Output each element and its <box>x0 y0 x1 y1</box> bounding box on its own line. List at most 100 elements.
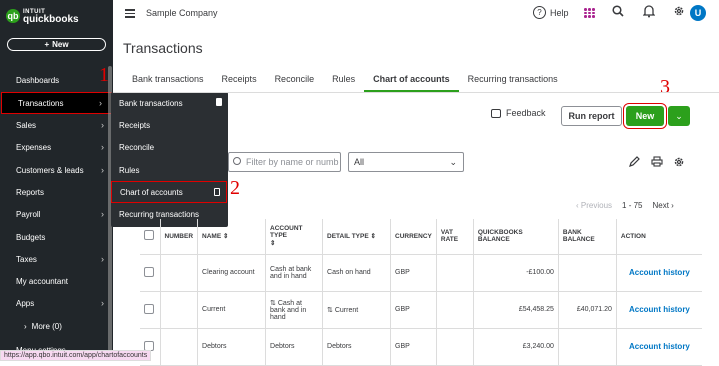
bookmark-filled-icon[interactable] <box>216 98 222 106</box>
sidebar-item-dashboards[interactable]: Dashboards <box>0 69 113 91</box>
sidebar-item-sales[interactable]: Sales › <box>0 114 113 136</box>
row-checkbox[interactable] <box>144 303 154 314</box>
chevron-right-icon: › <box>101 165 104 175</box>
flyout-item-chart-of-accounts[interactable]: Chart of accounts <box>111 181 227 203</box>
help-label[interactable]: Help <box>550 8 569 18</box>
bookmark-icon[interactable] <box>214 188 220 196</box>
search-icon[interactable] <box>612 5 624 20</box>
tab-bank-transactions[interactable]: Bank transactions <box>123 72 213 92</box>
chevron-down-icon: ⌄ <box>675 110 683 121</box>
header-currency[interactable]: CURRENCY <box>390 219 437 255</box>
tab-reconcile[interactable]: Reconcile <box>266 72 324 92</box>
filter-name-input[interactable]: Filter by name or numb <box>228 152 341 172</box>
cell-name: Debtors <box>197 328 267 366</box>
detail-type-label: Current <box>334 306 359 314</box>
cell-currency: GBP <box>390 328 437 366</box>
account-history-link[interactable]: Account history <box>616 254 702 292</box>
sidebar-item-budgets[interactable]: Budgets <box>0 226 113 248</box>
cell-detail-type: Cash on hand <box>322 254 392 292</box>
feedback-label: Feedback <box>506 108 546 118</box>
account-history-link[interactable]: Account history <box>616 291 702 329</box>
sidebar-item-reports[interactable]: Reports <box>0 181 113 203</box>
quickbooks-logo[interactable]: qb INTUIT quickbooks <box>6 8 79 25</box>
app-grid-icon[interactable] <box>584 8 595 18</box>
new-dropdown-button[interactable]: ⌄ <box>668 106 690 126</box>
header-quickbooks-balance[interactable]: QUICKBOOKS BALANCE <box>473 219 559 255</box>
header-name[interactable]: NAME ⇕ <box>197 219 267 255</box>
transactions-flyout-menu: Bank transactions Receipts Reconcile Rul… <box>111 92 228 227</box>
tab-receipts[interactable]: Receipts <box>213 72 266 92</box>
pager-next[interactable]: Next › <box>652 201 673 210</box>
row-checkbox[interactable] <box>144 266 154 277</box>
flyout-item-bank-transactions[interactable]: Bank transactions <box>111 92 228 114</box>
cell-bank-balance <box>558 254 617 292</box>
sidebar-item-expenses[interactable]: Expenses › <box>0 136 113 158</box>
help-icon[interactable]: ? <box>533 6 546 19</box>
account-history-link[interactable]: Account history <box>616 328 702 366</box>
annotation-number-1: 1 <box>99 64 109 86</box>
new-account-button[interactable]: New <box>623 103 667 129</box>
select-all-header <box>140 219 161 255</box>
header-label: NAME <box>202 233 222 241</box>
bank-feed-icon: ⇅ <box>270 299 278 307</box>
header-label: ACCOUNT TYPE <box>270 225 303 240</box>
annotation-number-3: 3 <box>660 76 670 98</box>
sidebar-item-label: Transactions <box>18 98 64 108</box>
bell-icon[interactable] <box>642 5 656 21</box>
header-label: ACTION <box>620 232 646 240</box>
pager-previous[interactable]: ‹ Previous <box>576 201 612 210</box>
tab-chart-of-accounts[interactable]: Chart of accounts <box>364 72 459 92</box>
table-row[interactable]: Clearing account Cash at bank and in han… <box>140 254 702 292</box>
row-checkbox[interactable] <box>144 340 154 351</box>
run-report-button[interactable]: Run report <box>561 106 622 126</box>
header-account-type[interactable]: ACCOUNT TYPE ⇕ <box>265 219 324 255</box>
tab-recurring-transactions[interactable]: Recurring transactions <box>459 72 567 92</box>
header-action: ACTION <box>616 219 702 255</box>
sidebar-item-apps[interactable]: Apps › <box>0 292 113 314</box>
tab-rules[interactable]: Rules <box>323 72 364 92</box>
header-bank-balance[interactable]: BANK BALANCE <box>558 219 617 255</box>
print-icon[interactable] <box>651 156 663 170</box>
hamburger-menu-icon[interactable] <box>125 9 135 18</box>
feedback-button[interactable]: Feedback <box>491 108 546 118</box>
cell-number <box>160 328 199 366</box>
chevron-right-icon: › <box>99 98 102 108</box>
flyout-item-reconcile[interactable]: Reconcile <box>111 136 228 158</box>
settings-gear-icon[interactable] <box>673 156 685 171</box>
cell-currency: GBP <box>390 254 437 292</box>
table-row[interactable]: Debtors Debtors Debtors GBP £3,240.00 Ac… <box>140 328 702 366</box>
edit-pencil-icon[interactable] <box>629 156 640 170</box>
header-number[interactable]: NUMBER <box>160 219 199 255</box>
sidebar-item-transactions[interactable]: Transactions › <box>1 92 112 114</box>
chevron-right-icon: › <box>101 298 104 308</box>
sidebar-item-my-accountant[interactable]: My accountant <box>0 270 113 292</box>
page-title: Transactions <box>123 40 203 56</box>
flyout-item-receipts[interactable]: Receipts <box>111 114 228 136</box>
sidebar-item-label: Payroll <box>16 209 41 219</box>
user-avatar[interactable]: U <box>690 5 706 21</box>
header-label: NUMBER <box>164 232 194 240</box>
left-sidebar: qb INTUIT quickbooks + New Dashboards Tra… <box>0 0 113 361</box>
top-bar: Sample Company <box>113 0 719 28</box>
chevron-right-icon: › <box>101 120 104 130</box>
sidebar-item-more[interactable]: › More (0) <box>0 315 113 337</box>
select-all-checkbox[interactable] <box>144 230 154 241</box>
sidebar-item-label: More (0) <box>31 321 62 331</box>
header-vat-rate[interactable]: VAT RATE <box>436 219 474 255</box>
accounts-table: NUMBER NAME ⇕ ACCOUNT TYPE ⇕ DETAIL TYPE … <box>140 219 702 366</box>
tabs-divider <box>113 92 719 93</box>
flyout-item-label: Chart of accounts <box>120 187 183 197</box>
sidebar-new-button[interactable]: + New <box>7 38 106 51</box>
account-type-select[interactable]: All ⌄ <box>348 152 464 172</box>
status-bar-url: https://app.qbo.intuit.com/app/chartofac… <box>0 350 152 361</box>
flyout-item-label: Rules <box>119 165 140 175</box>
sidebar-item-customers-leads[interactable]: Customers & leads › <box>0 159 113 181</box>
sidebar-item-payroll[interactable]: Payroll › <box>0 203 113 225</box>
gear-icon[interactable] <box>673 5 685 20</box>
header-detail-type[interactable]: DETAIL TYPE ⇕ <box>322 219 392 255</box>
cell-vat-rate <box>436 328 474 366</box>
cell-number <box>160 254 199 292</box>
flyout-item-rules[interactable]: Rules <box>111 159 228 181</box>
sidebar-item-taxes[interactable]: Taxes › <box>0 248 113 270</box>
table-row[interactable]: Current ⇅ Cash at bank and in hand ⇅ Cur… <box>140 291 702 329</box>
